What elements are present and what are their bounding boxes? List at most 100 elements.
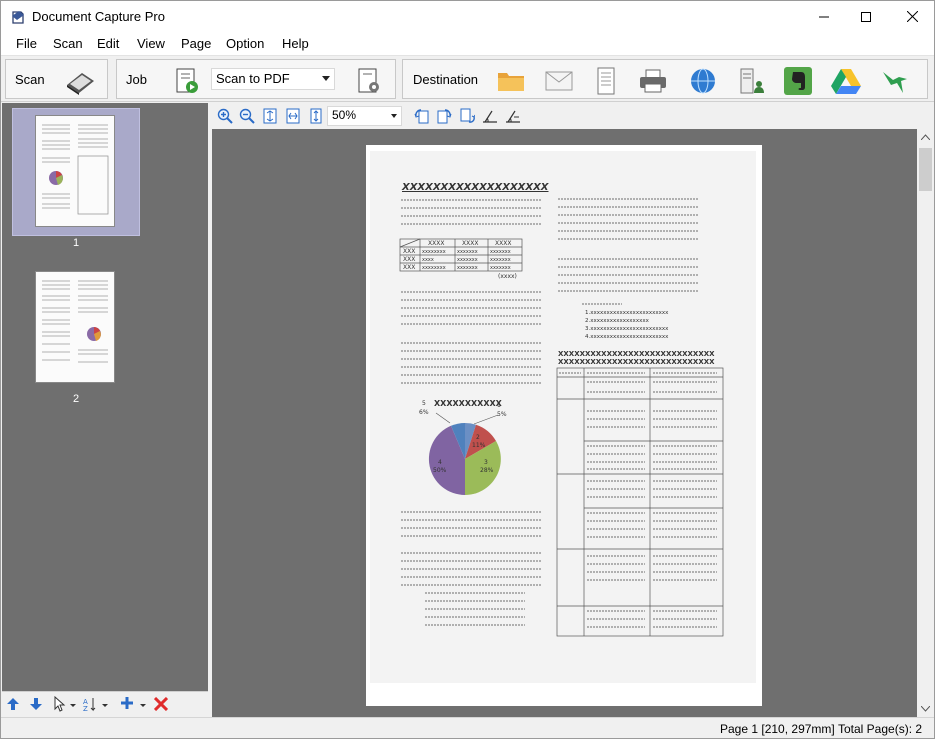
auto-deskew-icon[interactable] bbox=[505, 108, 521, 124]
table-cell: xxxxxxx bbox=[457, 257, 478, 263]
fit-height-icon[interactable] bbox=[308, 108, 324, 124]
menu-scan[interactable]: Scan bbox=[53, 36, 83, 51]
pie-label-2: 2 bbox=[476, 434, 480, 441]
table-cell: xxxxxxx bbox=[457, 265, 478, 271]
zoom-out-icon[interactable] bbox=[239, 108, 255, 124]
fit-page-icon[interactable] bbox=[262, 108, 278, 124]
thumbnail-number: 1 bbox=[72, 237, 80, 249]
print-button[interactable] bbox=[637, 66, 669, 96]
thumbnail-page-2[interactable] bbox=[35, 271, 115, 383]
large-table bbox=[556, 367, 724, 637]
job-select[interactable]: Scan to PDF bbox=[211, 68, 335, 90]
chevron-down-icon bbox=[391, 114, 397, 118]
sharepoint-button[interactable] bbox=[736, 66, 768, 96]
table-cell: XXX bbox=[403, 248, 415, 255]
job-label: Job bbox=[126, 72, 147, 87]
zoom-in-icon[interactable] bbox=[217, 108, 233, 124]
menu-option[interactable]: Option bbox=[226, 36, 264, 51]
destination-label: Destination bbox=[413, 72, 479, 87]
scanner-icon bbox=[67, 73, 94, 95]
pie-title: XXXXXXXXXXX bbox=[434, 399, 503, 408]
table-note: (xxxx) bbox=[498, 273, 517, 280]
table-header: XXXX bbox=[495, 240, 511, 247]
table-cell: xxxxxxxx bbox=[422, 249, 446, 255]
google-drive-icon bbox=[831, 69, 861, 94]
scrollbar-thumb[interactable] bbox=[919, 148, 932, 191]
pie-label-3: 3 bbox=[484, 459, 488, 466]
sort-icon[interactable]: AZ bbox=[82, 696, 110, 712]
pie-label-3-value: 28% bbox=[480, 467, 494, 474]
view-toolbar: 50% bbox=[212, 103, 934, 129]
window-title: Document Capture Pro bbox=[32, 9, 165, 24]
pie-label-4: 4 bbox=[438, 459, 442, 466]
pie-label-5-value: 6% bbox=[419, 409, 429, 416]
delete-page-icon[interactable] bbox=[154, 697, 168, 711]
select-pointer-icon[interactable] bbox=[52, 696, 78, 712]
menu-file[interactable]: File bbox=[16, 36, 37, 51]
table-cell: xxxxxxxx bbox=[422, 265, 446, 271]
menu-help[interactable]: Help bbox=[282, 36, 309, 51]
scroll-up-icon[interactable] bbox=[921, 134, 930, 140]
hummingbird-button[interactable] bbox=[879, 66, 911, 96]
zoom-select[interactable]: 50% bbox=[327, 106, 402, 126]
pie-chart bbox=[428, 412, 501, 496]
fit-width-icon[interactable] bbox=[285, 108, 301, 124]
table-header: XXXX bbox=[462, 240, 478, 247]
vertical-scrollbar[interactable] bbox=[917, 129, 934, 717]
job-settings-icon bbox=[358, 68, 379, 93]
job-settings-button[interactable] bbox=[353, 66, 385, 96]
mail-icon bbox=[545, 71, 573, 91]
web-button[interactable] bbox=[687, 66, 719, 96]
folder-icon bbox=[498, 73, 524, 91]
evernote-button[interactable] bbox=[782, 66, 814, 96]
list-item: 4.xxxxxxxxxxxxxxxxxxxxxxxx bbox=[585, 334, 669, 340]
google-drive-button[interactable] bbox=[830, 66, 862, 96]
svg-text:Z: Z bbox=[83, 705, 88, 712]
move-down-icon[interactable] bbox=[29, 697, 43, 711]
rotate-left-icon[interactable] bbox=[414, 108, 430, 124]
save-folder-button[interactable] bbox=[495, 66, 527, 96]
minimize-icon bbox=[819, 16, 829, 17]
doc-heading: XXXXXXXXXXXXXXXXXXX bbox=[401, 182, 550, 193]
menu-page[interactable]: Page bbox=[181, 36, 211, 51]
status-page-info: Page 1 [210, 297mm] bbox=[720, 722, 835, 736]
right-heading: XXXXXXXXXXXXXXXXXXXXXXXXXXXXX bbox=[558, 350, 715, 358]
scan-button[interactable] bbox=[64, 66, 96, 96]
main-toolbar: Scan Job Scan to PDF Destination bbox=[1, 56, 934, 102]
pie-label-1-value: 5% bbox=[497, 411, 507, 418]
status-total-pages: Total Page(s): 2 bbox=[838, 722, 923, 736]
list-item: 1.xxxxxxxxxxxxxxxxxxxxxxxx bbox=[585, 310, 669, 316]
table-cell: xxxxxxx bbox=[490, 249, 511, 255]
printer-icon bbox=[640, 69, 666, 93]
pie-label-4-value: 50% bbox=[433, 467, 447, 474]
menu-view[interactable]: View bbox=[137, 36, 165, 51]
document-button[interactable] bbox=[590, 66, 622, 96]
maximize-button[interactable] bbox=[843, 1, 889, 32]
title-bar: Document Capture Pro bbox=[1, 1, 934, 32]
thumbnail-page-1[interactable] bbox=[35, 115, 115, 227]
scroll-down-icon[interactable] bbox=[921, 706, 930, 712]
move-up-icon[interactable] bbox=[6, 697, 20, 711]
deskew-icon[interactable] bbox=[482, 108, 498, 124]
evernote-icon bbox=[784, 67, 812, 95]
email-button[interactable] bbox=[543, 66, 575, 96]
thumbnail-toolbar: AZ bbox=[2, 691, 208, 717]
table-cell: XXX bbox=[403, 264, 415, 271]
rotate-right-icon[interactable] bbox=[436, 108, 452, 124]
zoom-value: 50% bbox=[332, 108, 357, 122]
job-select-value: Scan to PDF bbox=[216, 71, 290, 86]
add-page-icon[interactable] bbox=[120, 696, 148, 712]
right-text-lines bbox=[558, 198, 698, 305]
rotate-180-icon[interactable] bbox=[459, 108, 475, 124]
job-run-button[interactable] bbox=[171, 66, 203, 96]
table-cell: xxxxxxx bbox=[490, 257, 511, 263]
menu-edit[interactable]: Edit bbox=[97, 36, 119, 51]
chevron-down-icon bbox=[322, 76, 330, 81]
minimize-button[interactable] bbox=[801, 1, 847, 32]
pie-label-1: 1 bbox=[497, 402, 501, 409]
app-window: Document Capture Pro File Scan Edit View… bbox=[0, 0, 935, 739]
destination-group: Destination bbox=[402, 59, 928, 99]
scan-label: Scan bbox=[15, 72, 45, 87]
maximize-icon bbox=[861, 11, 871, 22]
close-button[interactable] bbox=[889, 1, 935, 32]
